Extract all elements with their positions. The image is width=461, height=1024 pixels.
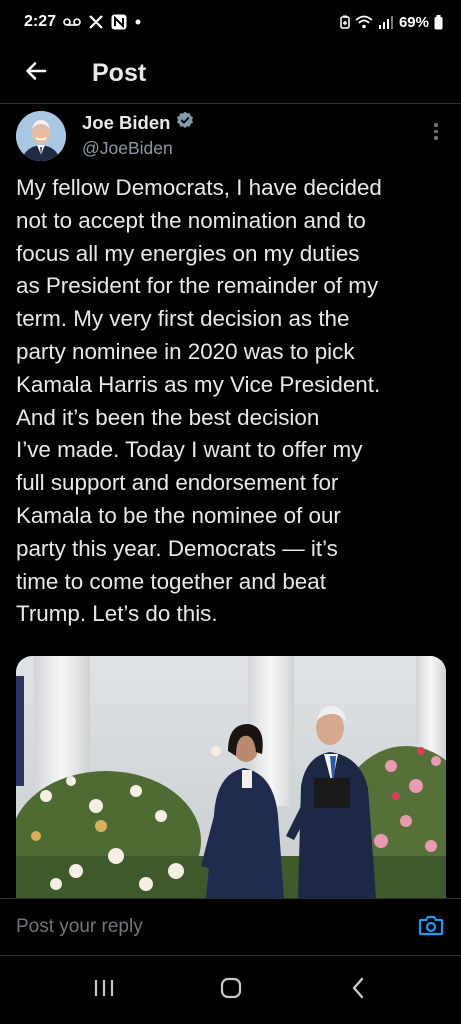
x-app-icon [88,14,104,30]
home-icon [219,976,243,1005]
wifi-icon [355,15,373,29]
more-options-dot [434,129,438,133]
page-title: Post [92,59,147,87]
more-options-button[interactable] [426,123,446,140]
avatar[interactable] [16,111,66,161]
signal-icon [378,15,394,29]
recents-icon [92,977,116,1004]
notification-dot-icon [134,18,142,26]
battery-icon [434,14,443,30]
voicemail-icon [63,17,81,27]
status-time: 2:27 [24,13,57,30]
reply-input[interactable]: Post your reply [16,916,417,938]
n-app-icon [111,14,127,30]
camera-icon [418,913,444,942]
verified-badge-icon [176,111,194,134]
system-nav-bar [0,956,461,1024]
more-options-icon [434,123,438,127]
back-icon [350,976,366,1005]
recents-button[interactable] [74,965,134,1015]
battery-saver-icon [340,15,350,29]
back-arrow-icon [24,59,48,88]
author-name[interactable]: Joe Biden [82,112,170,134]
post-text: My fellow Democrats, I have decided not … [16,175,382,627]
reply-bar: Post your reply [0,898,461,956]
more-options-dot [434,136,438,140]
home-button[interactable] [201,965,261,1015]
battery-percent: 69% [398,13,429,31]
post-image[interactable] [16,656,446,898]
camera-button[interactable] [417,913,445,941]
photo-two-people-garden [16,656,446,898]
author-handle[interactable]: @JoeBiden [82,138,194,159]
top-app-bar: Post [0,44,461,104]
status-bar: 2:27 69% [0,0,461,44]
back-button[interactable] [16,54,56,94]
post-author: Joe Biden @JoeBiden [16,111,446,167]
nav-back-button[interactable] [328,965,388,1015]
